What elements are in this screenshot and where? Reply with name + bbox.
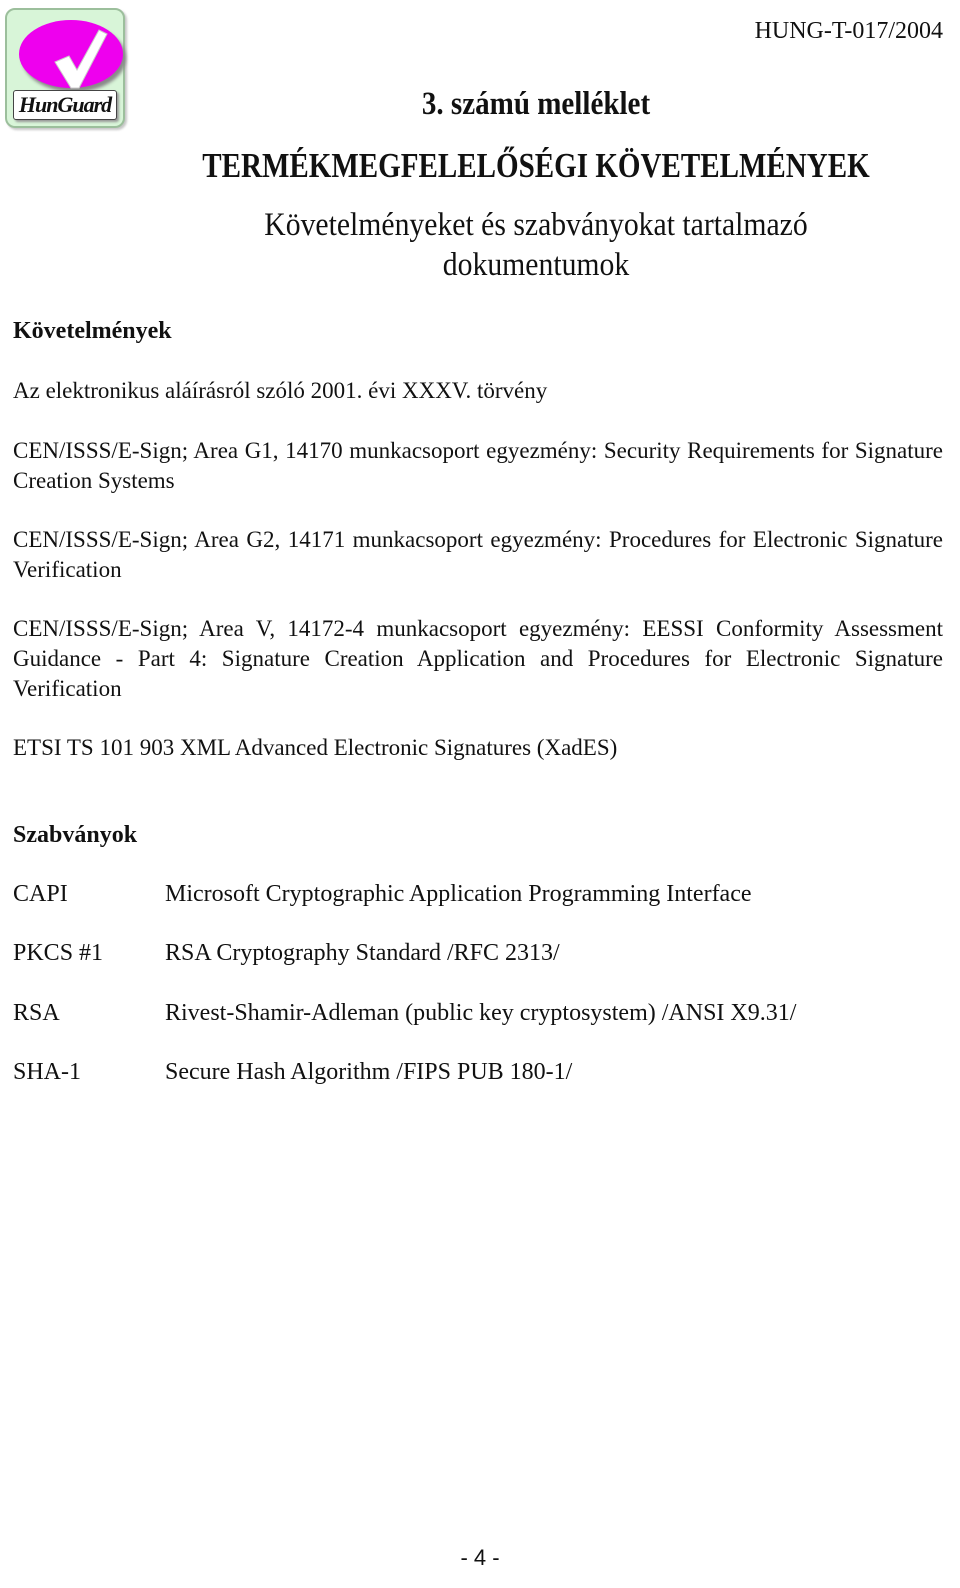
requirement-item: CEN/ISSS/E-Sign; Area G1, 14170 munkacso… xyxy=(13,438,943,493)
checkmark-icon xyxy=(54,29,108,89)
subtitle-line-1: Követelményeket és szabványokat tartalma… xyxy=(264,207,808,243)
subtitle-line-2: dokumentumok xyxy=(442,247,630,283)
standard-description: Secure Hash Algorithm /FIPS PUB 180-1/ xyxy=(165,1059,573,1085)
requirement-item: CEN/ISSS/E-Sign; Area V, 14172-4 munkacs… xyxy=(13,616,943,701)
standard-description: Rivest-Shamir-Adleman (public key crypto… xyxy=(165,1000,797,1026)
standard-code: SHA-1 xyxy=(13,1059,82,1085)
requirement-item: CEN/ISSS/E-Sign; Area G2, 14171 munkacso… xyxy=(13,527,943,582)
page-title: TERMÉKMEGFELELŐSÉGI KÖVETELMÉNYEK xyxy=(202,146,870,185)
requirements-heading: Követelmények xyxy=(13,318,172,344)
standards-heading: Szabványok xyxy=(13,822,138,848)
standard-description: Microsoft Cryptographic Application Prog… xyxy=(165,881,752,907)
requirement-item: Az elektronikus aláírásról szóló 2001. é… xyxy=(13,378,548,403)
logo-oval xyxy=(19,20,123,89)
standard-code: RSA xyxy=(13,1000,60,1026)
subtitle: Követelményeket és szabványokat tartalma… xyxy=(54,205,960,285)
requirement-item: ETSI TS 101 903 XML Advanced Electronic … xyxy=(13,735,618,760)
standard-code: PKCS #1 xyxy=(13,940,104,966)
annex-title: 3. számú melléklet xyxy=(421,86,651,122)
standard-description: RSA Cryptography Standard /RFC 2313/ xyxy=(165,940,560,966)
standard-code: CAPI xyxy=(13,881,68,907)
document-id: HUNG-T-017/2004 xyxy=(754,18,943,44)
page-number: - 4 - xyxy=(460,1545,500,1570)
